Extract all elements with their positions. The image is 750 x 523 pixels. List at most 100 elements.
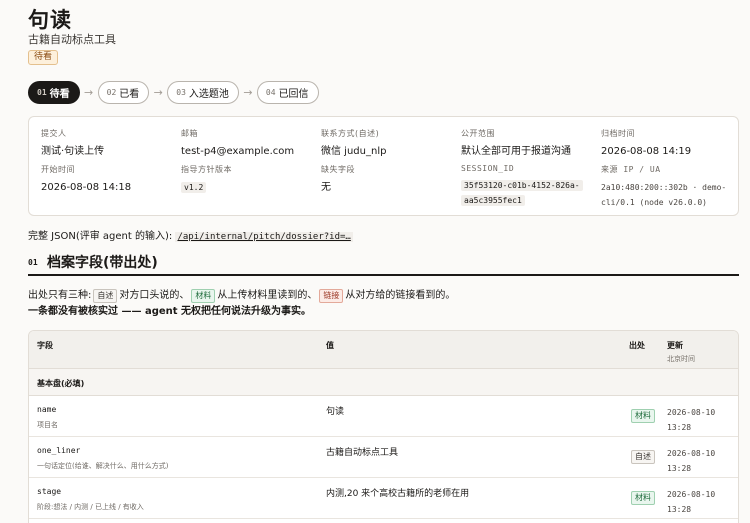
meta-value: 2a10:480:200::302b · demo- cli/0.1 (node…: [601, 180, 726, 210]
arrow-right-icon: →: [243, 86, 253, 99]
field-updated: 2026-08-10 13:28: [667, 405, 715, 435]
arrow-right-icon: →: [153, 86, 163, 99]
tag-material: 材料: [631, 409, 655, 423]
explain-text: 从上传材料里读到的、: [217, 290, 318, 301]
meta-label: 指导方针版本: [181, 165, 232, 174]
meta-session-id: SESSION_ID 35f53120-c01b-4152-826a- aa5c…: [461, 164, 583, 208]
meta-value: 微信 judu_nlp: [321, 146, 387, 157]
step-selected-pool[interactable]: 03 入选题池: [167, 81, 239, 104]
table-group-basic: 基本盘(必填): [29, 369, 738, 396]
explain-text: 出处只有三种:: [28, 290, 92, 301]
field-source: 材料: [629, 403, 657, 423]
meta-label: 缺失字段: [321, 165, 355, 174]
meta-contact: 联系方式(自述) 微信 judu_nlp: [321, 128, 386, 159]
step-number: 01: [37, 88, 47, 97]
step-number: 04: [265, 88, 276, 97]
header-updated: 更新: [667, 341, 683, 350]
meta-label: 归档时间: [601, 129, 635, 138]
updated-date: 2026-08-10: [667, 408, 716, 417]
meta-value: v1.2: [181, 180, 232, 195]
field-source: 自述: [629, 444, 657, 464]
updated-date: 2026-08-10: [667, 449, 716, 458]
meta-guide-version: 指导方针版本 v1.2: [181, 164, 232, 195]
table-row: stage 阶段:想法 / 内测 / 已上线 / 有收入 内测,20 来个高校古…: [29, 478, 738, 519]
step-number: 02: [106, 88, 117, 97]
tag-self: 自述: [93, 289, 118, 303]
meta-submitter: 提交人 测试·句读上传: [41, 128, 104, 159]
guide-version-code: v1.2: [181, 182, 207, 193]
field-source: 材料: [629, 485, 657, 505]
meta-label: 提交人: [41, 129, 67, 138]
field-updated: 2026-08-10 13:28: [667, 446, 715, 476]
section-header: 01 档案字段(带出处): [28, 252, 739, 276]
table-row: name 项目名 句读 材料 2026-08-10 13:28: [29, 396, 738, 437]
status-badge: 待看: [28, 50, 59, 65]
meta-label: 公开范围: [461, 129, 495, 138]
meta-value: 35f53120-c01b-4152-826a- aa5c3955fec1: [461, 178, 583, 208]
updated-time: 13:28: [667, 464, 692, 473]
json-link-prefix: 完整 JSON(评审 agent 的输入):: [28, 231, 173, 242]
step-number: 03: [176, 88, 186, 97]
updated-time: 13:28: [667, 505, 692, 514]
session-id-line1: 35f53120-c01b-4152-826a-: [461, 180, 583, 191]
meta-started: 开始时间 2026-08-08 14:18: [41, 164, 131, 195]
table-row: one_liner 一句话定位(给谁、解决什么、用什么方式) 古籍自动标点工具 …: [29, 437, 738, 478]
step-pending[interactable]: 01 待看: [28, 81, 80, 104]
source-line2: cli/0.1 (node v26.0.0): [601, 198, 707, 207]
updated-time: 13:28: [667, 423, 692, 432]
step-label: 待看: [49, 89, 70, 100]
step-label: 已看: [119, 89, 140, 100]
explain-warning: 一条都没有被核实过 —— agent 无权把任何说法升级为事实。: [28, 306, 312, 317]
header-source: 出处: [629, 341, 645, 350]
field-key: name: [37, 405, 57, 414]
source-line1: 2a10:480:200::302b · demo-: [601, 183, 727, 192]
field-value: 句读: [326, 407, 345, 417]
meta-label: SESSION_ID: [461, 164, 515, 173]
explain-text: 对方口头说的、: [119, 290, 190, 301]
meta-archived: 归档时间 2026-08-08 14:19: [601, 128, 691, 159]
field-updated: 2026-08-10 13:28: [667, 487, 715, 517]
meta-label: 联系方式(自述): [321, 129, 380, 138]
tag-link: 链接: [319, 289, 344, 303]
section-number: 01: [28, 258, 38, 267]
step-replied[interactable]: 04 已回信: [256, 81, 319, 104]
field-desc: 项目名: [37, 421, 58, 429]
meta-label: 邮箱: [181, 129, 198, 138]
session-id-line2: aa5c3955fec1: [461, 195, 525, 206]
meta-value: 默认全部可用于报道沟通: [461, 146, 571, 157]
field-desc: 一句话定位(给谁、解决什么、用什么方式): [37, 462, 169, 470]
meta-label: 来源 IP / UA: [601, 165, 661, 174]
page-title: 句读: [28, 8, 72, 32]
header-updated-tz: 北京时间: [667, 355, 695, 363]
step-viewed[interactable]: 02 已看: [97, 81, 150, 104]
tag-self: 自述: [631, 450, 655, 464]
meta-email: 邮箱 test-p4@example.com: [181, 128, 294, 159]
meta-scope: 公开范围 默认全部可用于报道沟通: [461, 128, 571, 159]
field-key: stage: [37, 487, 62, 496]
meta-value: 测试·句读上传: [41, 146, 105, 157]
section-title: 档案字段(带出处): [47, 255, 158, 271]
page-subtitle: 古籍自动标点工具: [28, 33, 116, 46]
dossier-table: 字段 值 出处 更新 北京时间 基本盘(必填) name 项目名 句读 材料 2…: [28, 330, 739, 523]
step-label: 已回信: [278, 89, 309, 100]
meta-value: test-p4@example.com: [181, 146, 295, 157]
json-link-line: 完整 JSON(评审 agent 的输入): /api/internal/pit…: [28, 227, 353, 242]
explain-text: 从对方给的链接看到的。: [345, 290, 456, 301]
meta-missing: 缺失字段 无: [321, 164, 355, 195]
group-label: 基本盘(必填): [37, 379, 85, 388]
step-label: 入选题池: [188, 89, 229, 100]
status-stepper: 01 待看 → 02 已看 → 03 入选题池 → 04 已回信: [28, 81, 319, 104]
json-dossier-link[interactable]: /api/internal/pitch/dossier?id=…: [175, 232, 353, 242]
meta-value: 无: [321, 182, 331, 193]
tag-material: 材料: [631, 491, 655, 505]
submission-meta-card: 提交人 测试·句读上传 邮箱 test-p4@example.com 联系方式(…: [28, 116, 739, 216]
field-key: one_liner: [37, 446, 81, 455]
meta-source: 来源 IP / UA 2a10:480:200::302b · demo- cl…: [601, 164, 726, 210]
source-explanation: 出处只有三种: 自述 对方口头说的、 材料 从上传材料里读到的、 链接 从对方给的链接看到的…: [28, 288, 468, 320]
meta-label: 开始时间: [41, 165, 75, 174]
updated-date: 2026-08-10: [667, 490, 716, 499]
field-desc: 阶段:想法 / 内测 / 已上线 / 有收入: [37, 503, 144, 511]
arrow-right-icon: →: [84, 86, 94, 99]
field-value: 古籍自动标点工具: [326, 448, 399, 458]
table-header: 字段 值 出处 更新 北京时间: [29, 331, 738, 369]
